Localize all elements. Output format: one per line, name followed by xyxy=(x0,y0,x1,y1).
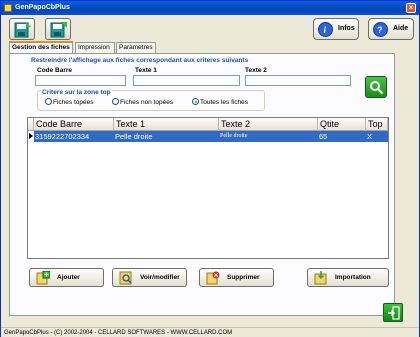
exit-icon xyxy=(388,306,400,320)
radio-label: Fiches non topées xyxy=(120,99,174,106)
cell-qtite: 65 xyxy=(319,132,328,141)
help-icon: ? xyxy=(373,22,388,37)
column-header-texte2[interactable]: Texte 2 xyxy=(219,118,318,131)
svg-text:?: ? xyxy=(377,25,383,35)
column-header-texte1[interactable]: Texte 1 xyxy=(114,118,219,131)
radio-fiches-non-topees[interactable]: Fiches non topées xyxy=(112,98,173,108)
delete-button[interactable]: Supprimer xyxy=(199,268,274,287)
save-add-icon xyxy=(14,22,31,38)
import-label: Importation xyxy=(335,274,371,281)
records-grid[interactable]: Code Barre Texte 1 Texte 2 Qtite Top 315… xyxy=(27,117,389,259)
search-button[interactable] xyxy=(365,76,387,98)
cell-top: X xyxy=(367,132,373,141)
column-header-code-barre[interactable]: Code Barre xyxy=(34,118,114,131)
help-label: Aide xyxy=(393,25,409,32)
texte2-field[interactable] xyxy=(245,75,351,86)
add-label: Ajouter xyxy=(57,274,80,281)
grid-header: Code Barre Texte 1 Texte 2 Qtite Top xyxy=(28,118,388,131)
tab-parametres[interactable]: Parametres xyxy=(116,42,156,53)
texte1-label: Texte 1 xyxy=(135,67,157,74)
app-icon xyxy=(4,4,12,12)
view-edit-icon xyxy=(119,271,132,285)
radio-label: Fiches topées xyxy=(53,99,94,106)
info-button[interactable]: i Infos xyxy=(313,18,359,40)
window-title: GenPapoCbPlus xyxy=(15,4,70,11)
search-icon xyxy=(370,81,384,95)
column-header-qtite[interactable]: Qtite xyxy=(318,118,366,131)
help-button[interactable]: ? Aide xyxy=(368,18,414,40)
filter-title: Restreindre l'affichage aux fiches corre… xyxy=(31,57,249,64)
radio-toutes-les-fiches[interactable]: Toutes les fiches xyxy=(192,98,248,108)
info-label: Infos xyxy=(338,25,355,32)
view-modify-label: Voir/modifier xyxy=(140,274,180,281)
radio-dot xyxy=(192,98,199,105)
add-icon xyxy=(36,271,50,285)
texte1-field[interactable] xyxy=(133,75,240,86)
code-barre-label: Code Barre xyxy=(37,67,73,74)
exit-button[interactable] xyxy=(383,303,403,322)
zone-top-label: Critere sur la zone top xyxy=(41,89,112,96)
table-row[interactable]: 3159222702334 Pelle droite Pelle droite … xyxy=(34,131,388,142)
import-button[interactable]: Importation xyxy=(307,268,389,287)
radio-dot xyxy=(45,98,52,105)
texte2-label: Texte 2 xyxy=(245,67,267,74)
cell-texte1: Pelle droite xyxy=(115,132,153,141)
radio-fiches-topees[interactable]: Fiches topées xyxy=(45,98,93,108)
delete-icon xyxy=(206,271,220,285)
info-icon: i xyxy=(318,22,333,37)
add-button[interactable]: Ajouter xyxy=(29,268,104,287)
save-new-button[interactable] xyxy=(9,18,35,40)
cell-code-barre: 3159222702334 xyxy=(35,132,90,141)
title-bar: GenPapoCbPlus × xyxy=(1,1,419,15)
svg-text:i: i xyxy=(324,25,327,35)
close-button[interactable]: × xyxy=(406,3,416,13)
tab-gestion-des-fiches[interactable]: Gestion des fiches xyxy=(9,41,73,53)
tab-impression[interactable]: Impression xyxy=(75,42,115,53)
column-header-top[interactable]: Top xyxy=(366,118,388,131)
save-button[interactable] xyxy=(45,18,71,40)
view-modify-button[interactable]: Voir/modifier xyxy=(112,268,187,287)
save-icon xyxy=(50,22,67,38)
cell-texte2: Pelle droite xyxy=(220,133,248,139)
radio-label: Toutes les fiches xyxy=(200,99,249,106)
radio-dot xyxy=(112,98,119,105)
status-bar: GenPapoCbPlus - (C) 2002-2004 - CELLARD … xyxy=(1,327,419,337)
code-barre-field[interactable] xyxy=(35,75,126,86)
import-icon xyxy=(314,271,327,285)
delete-label: Supprimer xyxy=(227,274,260,281)
main-window: GenPapoCbPlus × i Infos ? Aide Gestion d… xyxy=(0,0,420,337)
